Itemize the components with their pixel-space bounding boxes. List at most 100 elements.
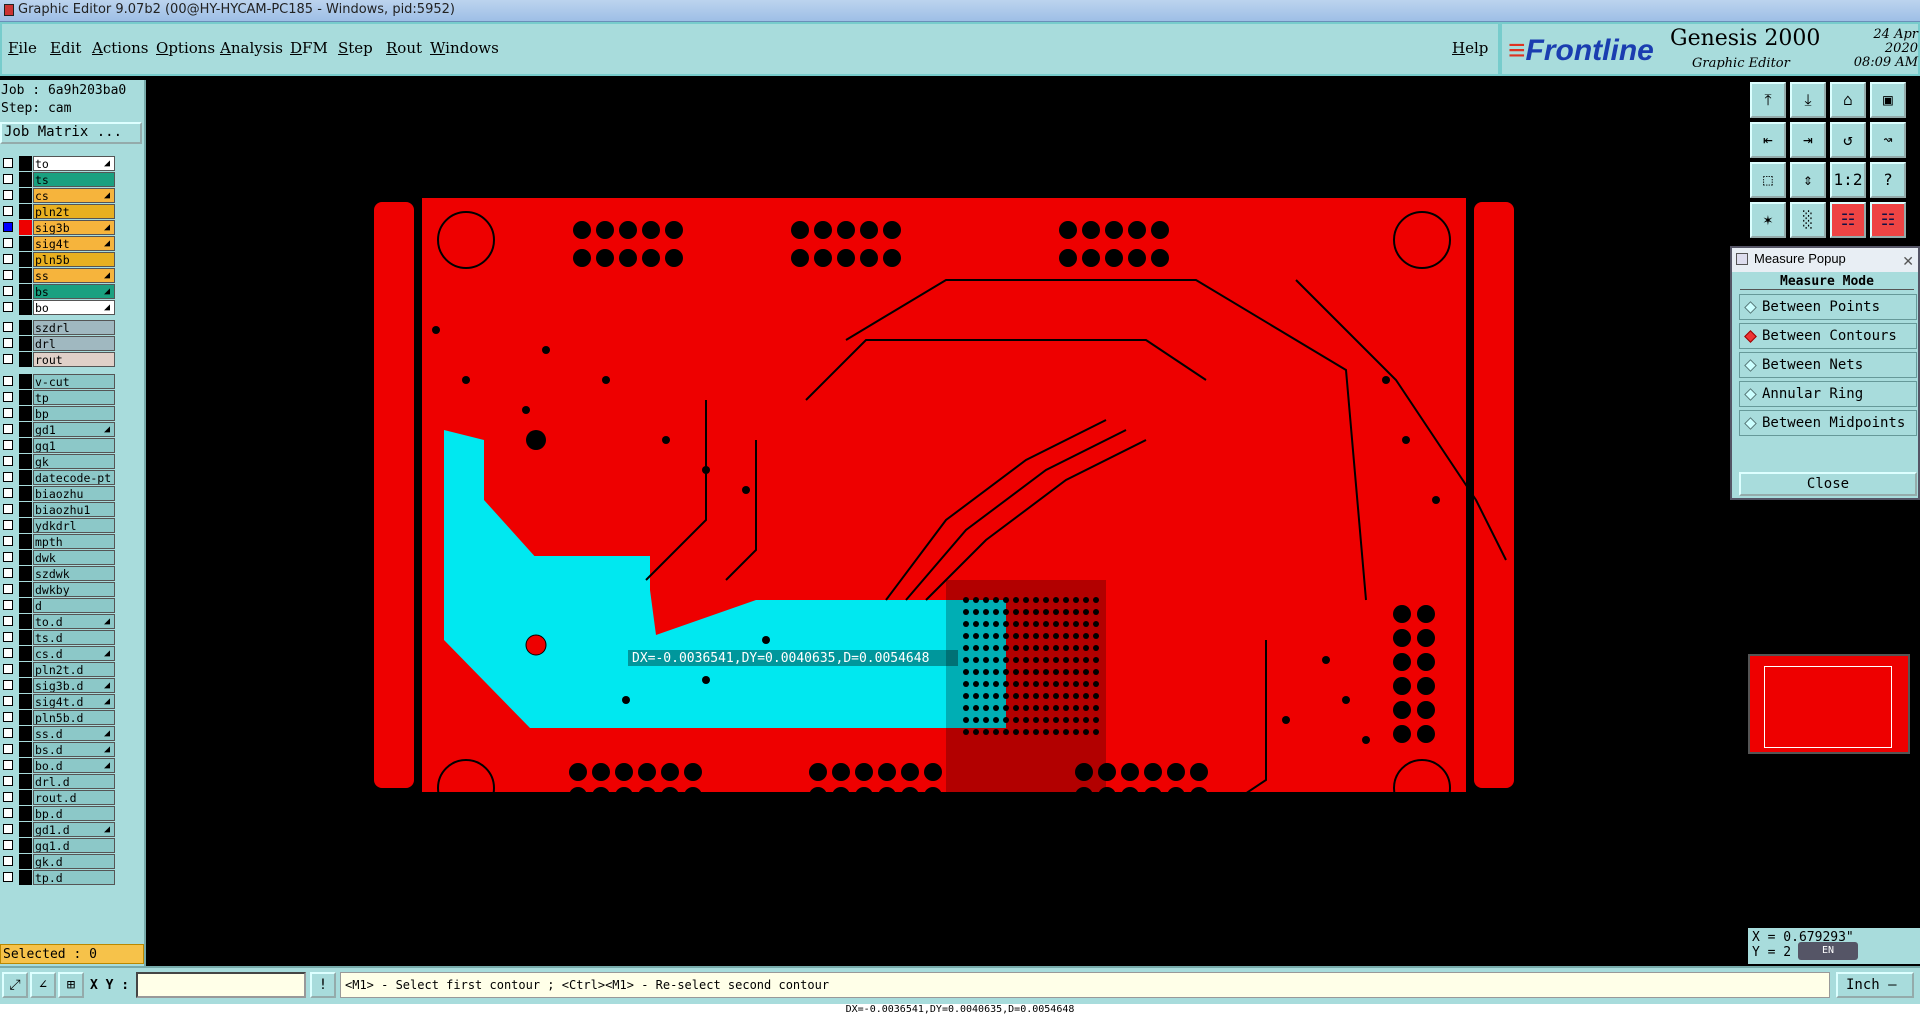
layer-checkbox[interactable]: [3, 536, 13, 546]
layer-row[interactable]: biaozhu1: [0, 502, 118, 517]
layer-checkbox[interactable]: [3, 760, 13, 770]
layer-affected-indicator[interactable]: [19, 454, 32, 469]
layer-row[interactable]: to ◢: [0, 156, 118, 171]
layer-checkbox[interactable]: [3, 648, 13, 658]
layer-affected-indicator[interactable]: [19, 614, 32, 629]
layer-affected-indicator[interactable]: [19, 268, 32, 283]
layer-checkbox[interactable]: [3, 338, 13, 348]
layer-affected-indicator[interactable]: [19, 630, 32, 645]
layer-row[interactable]: bo.d ◢: [0, 758, 118, 773]
layer-affected-indicator[interactable]: [19, 566, 32, 581]
layer-checkbox[interactable]: [3, 872, 13, 882]
xy-input[interactable]: [136, 972, 306, 998]
layer-name[interactable]: ss ◢: [33, 268, 115, 283]
layer-affected-indicator[interactable]: [19, 870, 32, 885]
menu-rout[interactable]: Rout: [386, 39, 422, 57]
layer-checkbox[interactable]: [3, 254, 13, 264]
menu-step[interactable]: Step: [338, 39, 373, 57]
layer-affected-indicator[interactable]: [19, 252, 32, 267]
layer-row[interactable]: sig4t.d ◢: [0, 694, 118, 709]
layer-affected-indicator[interactable]: [19, 550, 32, 565]
select-tool-icon[interactable]: ⤢: [2, 972, 28, 998]
layer-row[interactable]: cs.d ◢: [0, 646, 118, 661]
layer-name[interactable]: bo.d ◢: [33, 758, 115, 773]
layer-checkbox[interactable]: [3, 206, 13, 216]
layer-name[interactable]: pln2t: [33, 204, 115, 219]
layer-affected-indicator[interactable]: [19, 726, 32, 741]
layer-affected-indicator[interactable]: [19, 822, 32, 837]
layer-affected-indicator[interactable]: [19, 662, 32, 677]
layer-row[interactable]: d: [0, 598, 118, 613]
layer-row[interactable]: bs.d ◢: [0, 742, 118, 757]
layer-row[interactable]: gk.d: [0, 854, 118, 869]
popup-title-bar[interactable]: Measure Popup ✕: [1732, 248, 1918, 272]
fit-icon[interactable]: ⬚: [1750, 162, 1786, 198]
layer-name[interactable]: dwk: [33, 550, 115, 565]
layer-row[interactable]: pln5b: [0, 252, 118, 267]
layer-row[interactable]: datecode-pt: [0, 470, 118, 485]
layer-affected-indicator[interactable]: [19, 806, 32, 821]
zoom-fit-icon[interactable]: ⇕: [1790, 162, 1826, 198]
grid-tool-icon[interactable]: ⊞: [58, 972, 84, 998]
layer-row[interactable]: sig4t ◢: [0, 236, 118, 251]
layer-name[interactable]: to ◢: [33, 156, 115, 171]
layer-row[interactable]: pln2t.d: [0, 662, 118, 677]
layer-checkbox[interactable]: [3, 302, 13, 312]
layer-name[interactable]: drl.d: [33, 774, 115, 789]
layer-row[interactable]: bo ◢: [0, 300, 118, 315]
measure-mode-option[interactable]: Between Contours: [1739, 323, 1917, 349]
layer-name[interactable]: sig3b.d ◢: [33, 678, 115, 693]
layer-row[interactable]: pln5b.d: [0, 710, 118, 725]
layer-row[interactable]: ss ◢: [0, 268, 118, 283]
layer-name[interactable]: bs ◢: [33, 284, 115, 299]
layer-affected-indicator[interactable]: [19, 854, 32, 869]
layer-name[interactable]: dwkby: [33, 582, 115, 597]
layer-name[interactable]: v-cut: [33, 374, 115, 389]
pan-right-icon[interactable]: ⇥: [1790, 122, 1826, 158]
layer-row[interactable]: pln2t: [0, 204, 118, 219]
measure-mode-option[interactable]: Between Midpoints: [1739, 410, 1917, 436]
layer-name[interactable]: gd1.d ◢: [33, 822, 115, 837]
layer-checkbox[interactable]: [3, 568, 13, 578]
layer-name[interactable]: pln5b.d: [33, 710, 115, 725]
layer-affected-indicator[interactable]: [19, 758, 32, 773]
close-button[interactable]: Close: [1739, 472, 1917, 496]
layer-row[interactable]: biaozhu: [0, 486, 118, 501]
layer-affected-indicator[interactable]: [19, 486, 32, 501]
layer-checkbox[interactable]: [3, 792, 13, 802]
layer-affected-indicator[interactable]: [19, 188, 32, 203]
layer-checkbox[interactable]: [3, 824, 13, 834]
layer-checkbox[interactable]: [3, 504, 13, 514]
layer-row[interactable]: drl: [0, 336, 118, 351]
close-icon[interactable]: ✕: [1902, 250, 1914, 272]
overview-viewport[interactable]: [1764, 666, 1892, 748]
layer-row[interactable]: gq1: [0, 438, 118, 453]
layer-name[interactable]: szdrl: [33, 320, 115, 335]
pan-left-icon[interactable]: ⇤: [1750, 122, 1786, 158]
layer-affected-indicator[interactable]: [19, 678, 32, 693]
radio-diamond-icon[interactable]: [1744, 330, 1757, 343]
layer-row[interactable]: gd1 ◢: [0, 422, 118, 437]
layer-name[interactable]: cs ◢: [33, 188, 115, 203]
layer-name[interactable]: to.d ◢: [33, 614, 115, 629]
measure-mode-option[interactable]: Between Nets: [1739, 352, 1917, 378]
graphics-canvas[interactable]: DX=-0.0036541,DY=0.0040635,D=0.0054648: [146, 80, 1748, 968]
layer-affected-indicator[interactable]: [19, 742, 32, 757]
layer-checkbox[interactable]: [3, 616, 13, 626]
layer-affected-indicator[interactable]: [19, 390, 32, 405]
layer-row[interactable]: gk: [0, 454, 118, 469]
layer-checkbox[interactable]: [3, 456, 13, 466]
layer-row[interactable]: bs ◢: [0, 284, 118, 299]
layer-name[interactable]: sig4t ◢: [33, 236, 115, 251]
layer-name[interactable]: ss.d ◢: [33, 726, 115, 741]
layer-affected-indicator[interactable]: [19, 598, 32, 613]
layer-name[interactable]: szdwk: [33, 566, 115, 581]
layer-row[interactable]: ts: [0, 172, 118, 187]
layer-name[interactable]: bp: [33, 406, 115, 421]
layer-checkbox[interactable]: [3, 354, 13, 364]
layer-affected-indicator[interactable]: [19, 534, 32, 549]
menu-file[interactable]: File: [8, 39, 37, 57]
layer-name[interactable]: gq1: [33, 438, 115, 453]
layer-checkbox[interactable]: [3, 856, 13, 866]
layer-row[interactable]: bp.d: [0, 806, 118, 821]
